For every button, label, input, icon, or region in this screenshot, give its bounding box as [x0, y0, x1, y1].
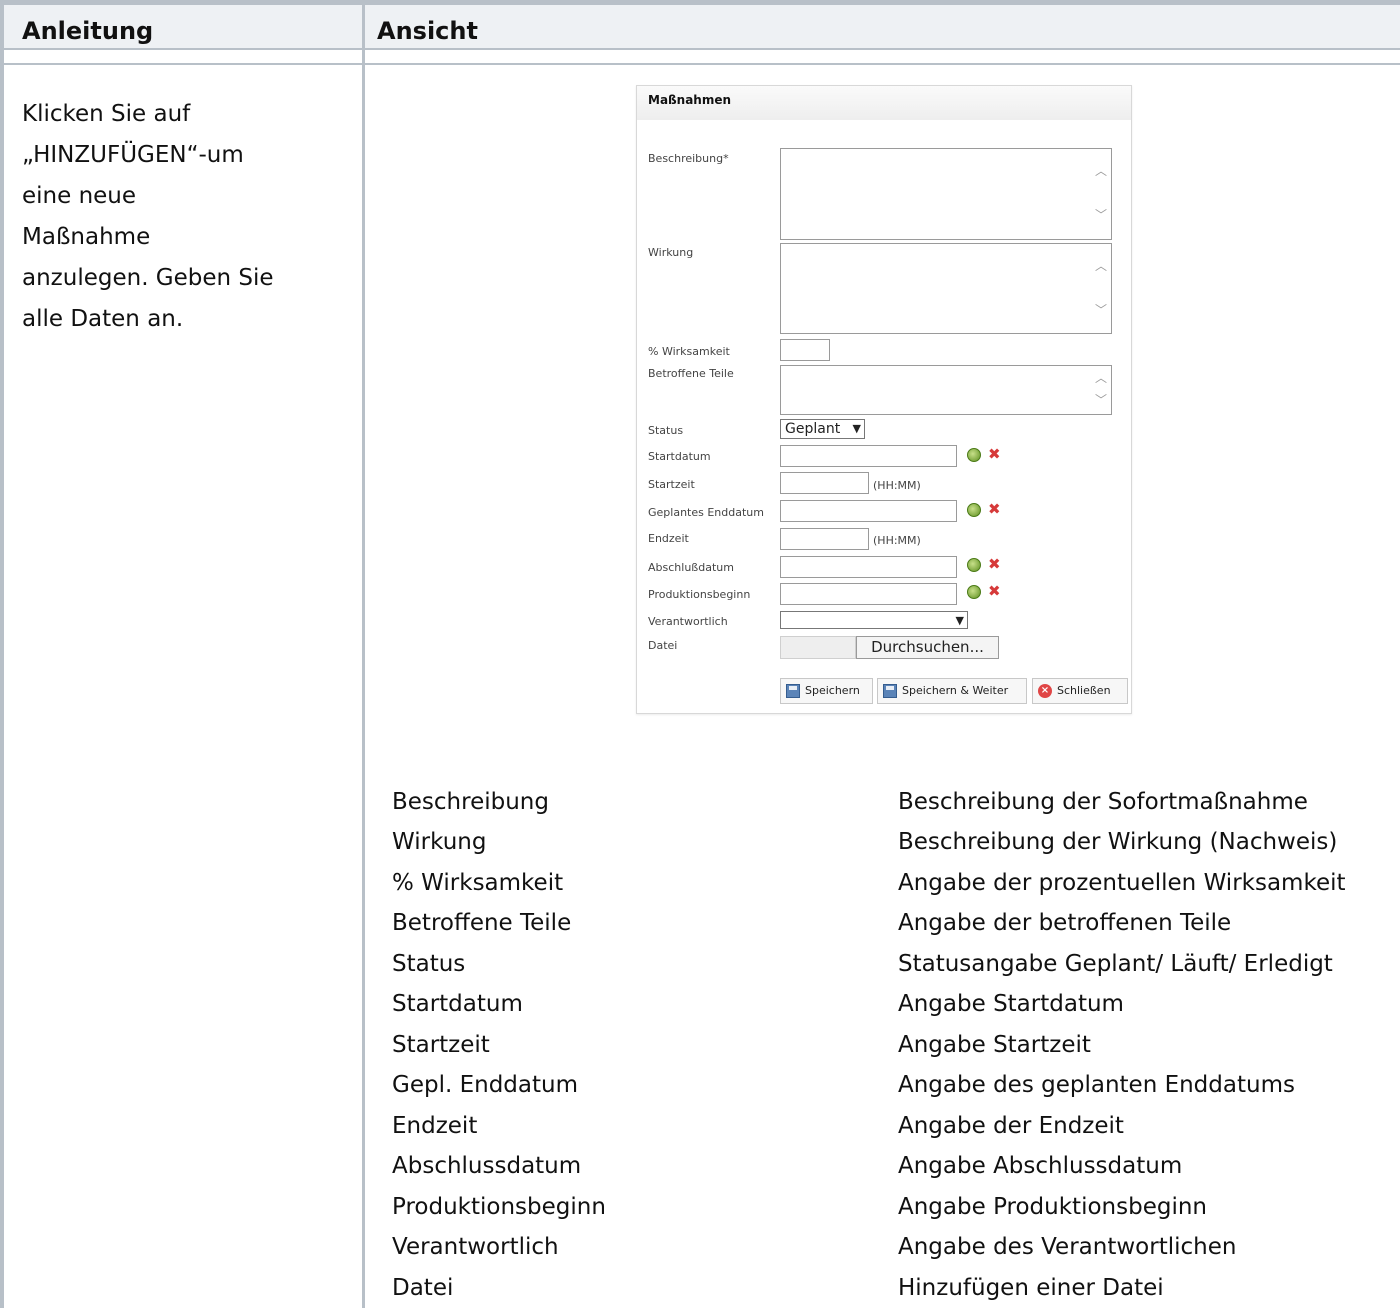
floppy-disk-icon: [786, 684, 800, 698]
clear-icon[interactable]: ✖: [988, 584, 1001, 599]
scroll-down-icon[interactable]: ﹀: [1095, 209, 1107, 221]
time-format-hint: (HH:MM): [873, 479, 921, 492]
chevron-down-icon: ▼: [852, 422, 861, 435]
instruction-line: eine neue: [22, 183, 137, 209]
label-startzeit: Startzeit: [648, 478, 695, 491]
field-name: Wirkung: [392, 829, 487, 855]
label-abschlussdatum: Abschlußdatum: [648, 561, 734, 574]
enddatum-input[interactable]: [780, 500, 957, 522]
field-name: Beschreibung: [392, 789, 549, 815]
browse-button[interactable]: Durchsuchen...: [856, 636, 999, 659]
wirksamkeit-input[interactable]: [780, 339, 830, 361]
massnahmen-form: Maßnahmen Beschreibung* ︿ ﹀ Wirkung ︿ ﹀ …: [636, 85, 1132, 714]
instruction-line: anzulegen. Geben Sie: [22, 265, 274, 291]
form-title: Maßnahmen: [637, 86, 1131, 120]
save-next-button[interactable]: Speichern & Weiter: [877, 678, 1027, 704]
field-name: Datei: [392, 1275, 454, 1301]
date-picker-icon[interactable]: [967, 448, 981, 462]
beschreibung-textarea[interactable]: ︿ ﹀: [780, 148, 1112, 240]
close-button-label: Schließen: [1057, 684, 1111, 697]
field-description: Angabe der betroffenen Teile: [898, 910, 1232, 936]
status-select[interactable]: Geplant ▼: [780, 419, 865, 439]
label-wirkung: Wirkung: [648, 246, 694, 259]
produktionsbeginn-input[interactable]: [780, 583, 957, 605]
label-geplantes-enddatum: Geplantes Enddatum: [648, 506, 764, 519]
field-name: Status: [392, 951, 466, 977]
verantwortlich-select[interactable]: ▼: [780, 611, 968, 629]
startdatum-input[interactable]: [780, 445, 957, 467]
date-picker-icon[interactable]: [967, 503, 981, 517]
close-circle-icon: ×: [1038, 684, 1052, 698]
status-value: Geplant: [785, 421, 841, 437]
field-name: Endzeit: [392, 1113, 478, 1139]
label-wirksamkeit: % Wirksamkeit: [648, 345, 730, 358]
field-description: Angabe Startdatum: [898, 991, 1124, 1017]
label-beschreibung: Beschreibung*: [648, 152, 729, 165]
scroll-down-icon[interactable]: ﹀: [1095, 304, 1107, 316]
column-divider: [362, 0, 365, 1308]
scroll-down-icon[interactable]: ﹀: [1095, 394, 1107, 406]
field-name: Betroffene Teile: [392, 910, 572, 936]
scroll-up-icon[interactable]: ︿: [1095, 165, 1107, 177]
field-name: % Wirksamkeit: [392, 870, 564, 896]
table-header: Anleitung Ansicht: [0, 5, 1400, 50]
instruction-line: alle Daten an.: [22, 306, 184, 332]
instruction-line: Maßnahme: [22, 224, 151, 250]
scroll-up-icon[interactable]: ︿: [1095, 372, 1107, 384]
field-name: Startzeit: [392, 1032, 490, 1058]
label-status: Status: [648, 424, 684, 437]
field-name: Verantwortlich: [392, 1234, 559, 1260]
field-description: Beschreibung der Sofortmaßnahme: [898, 789, 1308, 815]
file-name-field[interactable]: [780, 636, 856, 659]
instruction-line: Klicken Sie auf: [22, 101, 191, 127]
field-description: Angabe Startzeit: [898, 1032, 1091, 1058]
field-description: Beschreibung der Wirkung (Nachweis): [898, 829, 1338, 855]
field-description: Angabe des geplanten Enddatums: [898, 1072, 1295, 1098]
instruction-text: Klicken Sie auf „HINZUFÜGEN“-um eine neu…: [22, 94, 312, 340]
field-description: Angabe des Verantwortlichen: [898, 1234, 1237, 1260]
field-description: Angabe der prozentuellen Wirksamkeit: [898, 870, 1346, 896]
save-button-label: Speichern: [805, 684, 860, 697]
clear-icon[interactable]: ✖: [988, 502, 1001, 517]
row-divider: [0, 63, 1400, 65]
field-name: Abschlussdatum: [392, 1153, 582, 1179]
field-description: Angabe Produktionsbeginn: [898, 1194, 1207, 1220]
field-name: Gepl. Enddatum: [392, 1072, 578, 1098]
save-button[interactable]: Speichern: [780, 678, 873, 704]
field-name: Startdatum: [392, 991, 523, 1017]
startzeit-input[interactable]: [780, 472, 869, 494]
field-description: Hinzufügen einer Datei: [898, 1275, 1164, 1301]
field-description: Statusangabe Geplant/ Läuft/ Erledigt: [898, 951, 1333, 977]
clear-icon[interactable]: ✖: [988, 557, 1001, 572]
field-description: Angabe Abschlussdatum: [898, 1153, 1183, 1179]
field-name: Produktionsbeginn: [392, 1194, 606, 1220]
betroffene-teile-textarea[interactable]: ︿ ﹀: [780, 365, 1112, 415]
label-startdatum: Startdatum: [648, 450, 711, 463]
date-picker-icon[interactable]: [967, 558, 981, 572]
close-button[interactable]: × Schließen: [1032, 678, 1128, 704]
label-betroffene-teile: Betroffene Teile: [648, 367, 734, 380]
table-left-border: [0, 0, 4, 1308]
label-verantwortlich: Verantwortlich: [648, 615, 728, 628]
instruction-line: „HINZUFÜGEN“-um: [22, 142, 244, 168]
column-header-ansicht: Ansicht: [377, 17, 478, 45]
label-endzeit: Endzeit: [648, 532, 689, 545]
save-next-button-label: Speichern & Weiter: [902, 684, 1009, 697]
scroll-up-icon[interactable]: ︿: [1095, 260, 1107, 272]
label-produktionsbeginn: Produktionsbeginn: [648, 588, 751, 601]
time-format-hint: (HH:MM): [873, 534, 921, 547]
chevron-down-icon: ▼: [955, 614, 964, 627]
label-datei: Datei: [648, 639, 678, 652]
abschlussdatum-input[interactable]: [780, 556, 957, 578]
wirkung-textarea[interactable]: ︿ ﹀: [780, 243, 1112, 334]
column-header-anleitung: Anleitung: [22, 17, 154, 45]
date-picker-icon[interactable]: [967, 585, 981, 599]
endzeit-input[interactable]: [780, 528, 869, 550]
floppy-disk-icon: [883, 684, 897, 698]
field-description: Angabe der Endzeit: [898, 1113, 1124, 1139]
clear-icon[interactable]: ✖: [988, 447, 1001, 462]
